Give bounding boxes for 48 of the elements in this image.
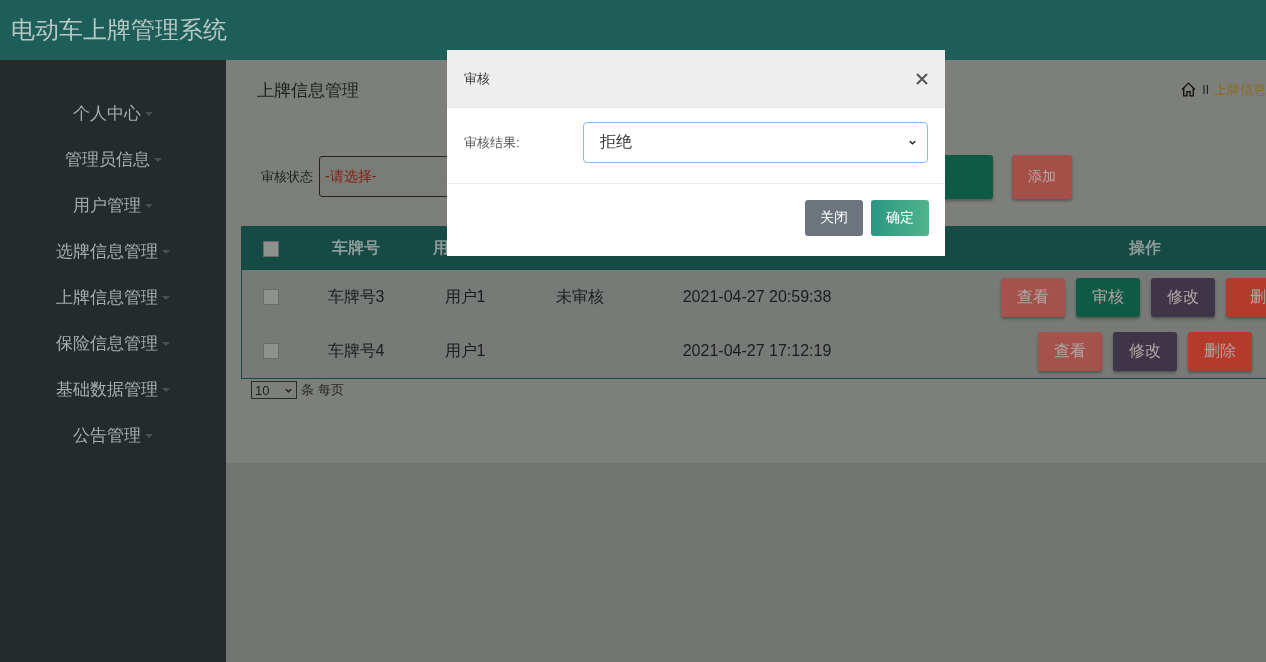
chevron-down-icon — [908, 138, 917, 147]
column-header: 车牌号 — [331, 238, 381, 258]
select-all-checkbox[interactable] — [263, 240, 279, 257]
close-button[interactable]: 关闭 — [805, 200, 863, 236]
row-checkbox[interactable] — [263, 289, 279, 305]
caret-icon — [162, 342, 170, 346]
row-checkbox[interactable] — [263, 343, 279, 359]
close-icon[interactable] — [916, 72, 928, 85]
table-cell-text: 2021-04-27 20:59:38 — [681, 288, 833, 306]
caret-icon — [162, 296, 170, 300]
edit-button[interactable]: 修改 — [1150, 277, 1215, 317]
caret-icon — [145, 112, 153, 116]
sidebar-item[interactable]: 选牌信息管理 — [0, 228, 226, 274]
edit-button[interactable]: 修改 — [1113, 331, 1177, 371]
sidebar-item[interactable]: 基础数据管理 — [0, 366, 226, 412]
page-size-select[interactable]: 10 — [251, 381, 297, 399]
page-size-label: 条 每页 — [301, 381, 344, 399]
table-cell-text: 2021-04-27 17:12:19 — [681, 342, 833, 360]
result-select[interactable]: 拒绝 — [583, 122, 928, 163]
table-cell-text: 未审核 — [555, 286, 605, 307]
sidebar-item[interactable]: 上牌信息管理 — [0, 274, 226, 320]
field-label: 审核结果: — [464, 133, 521, 152]
table-cell-text: 用户1 — [443, 340, 487, 361]
filter-label: 审核状态 — [261, 167, 313, 186]
review-button[interactable]: 审核 — [1075, 277, 1140, 317]
sidebar-item[interactable]: 公告管理 — [0, 412, 226, 458]
column-header: 操作 — [1127, 238, 1162, 258]
home-icon[interactable] — [1180, 81, 1198, 98]
caret-icon — [162, 250, 170, 254]
sidebar-item[interactable]: 保险信息管理 — [0, 320, 226, 366]
add-button[interactable]: 添加 — [1012, 154, 1072, 199]
caret-icon — [153, 158, 162, 162]
caret-icon — [145, 204, 153, 208]
table-cell-text: 车牌号3 — [326, 286, 386, 307]
dialog-title: 审核 — [464, 69, 490, 88]
sidebar-item[interactable]: 管理员信息 — [0, 136, 226, 182]
confirm-button[interactable]: 确定 — [871, 200, 929, 236]
table-cell-text: 车牌号4 — [326, 340, 386, 361]
table-cell-text: 用户1 — [443, 286, 487, 307]
breadcrumb-separator: II — [1202, 82, 1209, 97]
delete-button[interactable]: 删 — [1225, 277, 1266, 317]
caret-icon — [162, 388, 170, 392]
delete-button[interactable]: 删除 — [1188, 331, 1252, 371]
sidebar-item[interactable]: 个人中心 — [0, 90, 226, 136]
sidebar-item[interactable]: 用户管理 — [0, 182, 226, 228]
app-title: 电动车上牌管理系统 — [11, 15, 227, 45]
page-title: 上牌信息管理 — [257, 80, 359, 102]
caret-icon — [145, 434, 153, 438]
